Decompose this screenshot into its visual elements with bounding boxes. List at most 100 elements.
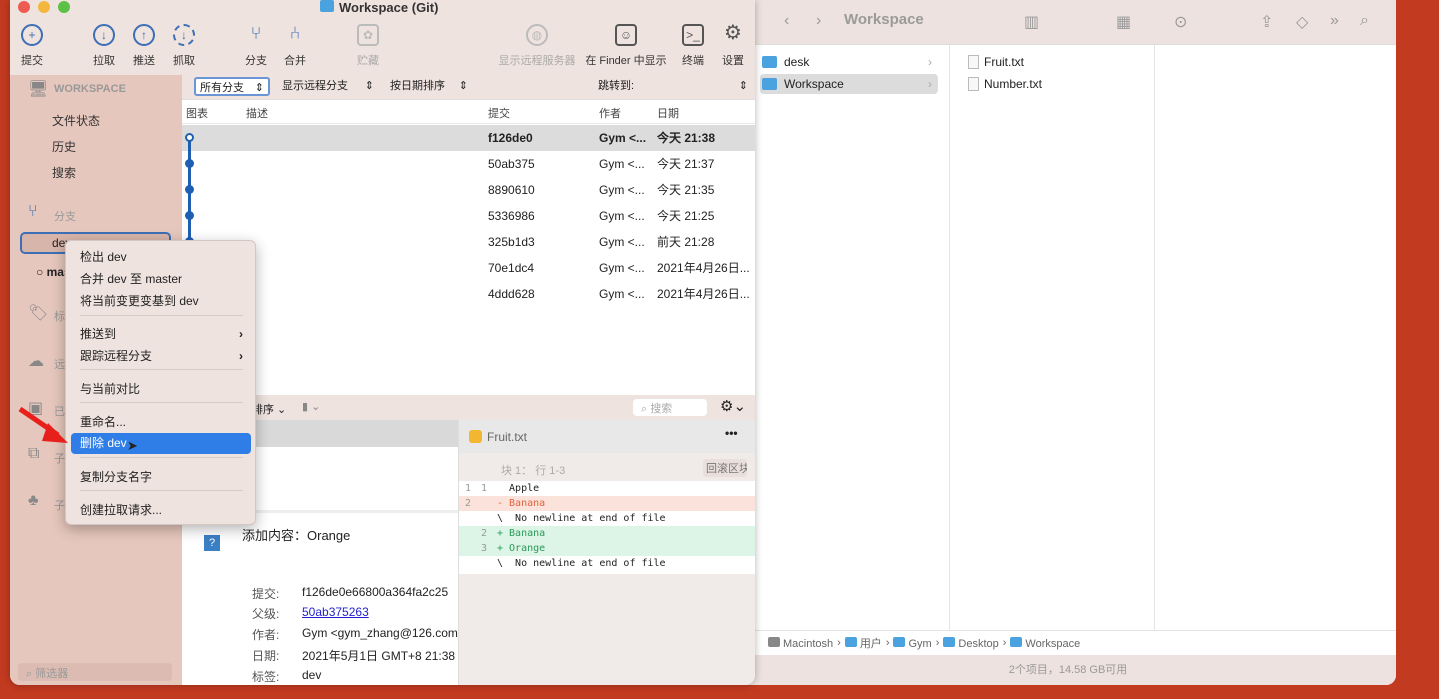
filter-bar: 所有分支 ⇕ 显示远程分支 ⇕ 按日期排序 ⇕ 跳转到: ⇕ [182, 75, 755, 100]
more-icon[interactable]: ⊙ [1174, 12, 1187, 32]
search-input[interactable]: ⌕ 搜索 [633, 399, 707, 416]
commit-row[interactable]: 添加文件：Fruit.txt 8890610 Gym <... 今天 21:35 [182, 177, 755, 203]
column-date[interactable]: 日期 [657, 105, 679, 121]
tags-value: dev [302, 668, 322, 682]
menu-item-copy-name[interactable]: 复制分支名字 [71, 467, 251, 488]
minimize-button[interactable] [38, 1, 50, 13]
tag-icon: 🏷 [28, 305, 49, 322]
commit-date: 2021年4月26日... [657, 261, 750, 275]
red-arrow-annotation [18, 406, 68, 443]
path-item[interactable]: Gym [893, 636, 932, 650]
zoom-button[interactable] [58, 1, 70, 13]
remote-filter-select[interactable]: 显示远程分支 ⇕ [278, 77, 378, 96]
sidebar-item-history[interactable]: 历史 [52, 138, 76, 155]
close-button[interactable] [18, 1, 30, 13]
stash-icon: ✿ [357, 24, 379, 46]
file-label: Fruit.txt [984, 55, 1025, 69]
commit-hash: 70e1dc4 [488, 261, 535, 275]
back-icon[interactable]: ‹ [784, 12, 789, 30]
show-in-finder-button[interactable]: ☺ 在 Finder 中显示 [581, 24, 671, 68]
chevron-more-icon[interactable]: » [1330, 12, 1339, 30]
merge-icon: ⑃ [289, 23, 301, 43]
menu-separator [80, 315, 243, 316]
commit-date: 今天 21:35 [657, 183, 715, 197]
menu-item-merge[interactable]: 合并 dev 至 master [71, 269, 251, 290]
branch-icon: ⑂ [28, 203, 38, 220]
commit-row[interactable]: 添加内容：Banana 50ab375 Gym <... 今天 21:37 [182, 151, 755, 177]
branches-heading[interactable]: 分支 [54, 208, 76, 224]
column-author[interactable]: 作者 [599, 105, 621, 121]
commit-row[interactable]: 添加文件：Number.txt 4ddd628 Gym <... 2021年4月… [182, 281, 755, 307]
settings-button[interactable]: ⚙ 设置 [703, 23, 755, 68]
modified-file-icon [469, 430, 482, 443]
file-fruit[interactable]: Fruit.txt [960, 52, 1138, 72]
tag-icon[interactable]: ◇ [1296, 12, 1308, 32]
commit-table-header: 图表 描述 提交 作者 日期 [182, 100, 755, 124]
commit-date: 今天 21:25 [657, 209, 715, 223]
filter-input[interactable]: ⌕ 筛选器 [18, 663, 172, 681]
diff-line-ctx: \ No newline at end of file [459, 556, 755, 571]
branch-filter-select[interactable]: 所有分支 ⇕ [194, 77, 270, 96]
forward-icon[interactable]: › [816, 12, 821, 30]
path-item[interactable]: 用户 [844, 635, 882, 651]
monitor-icon: 🖥 [28, 81, 49, 98]
remote-button[interactable]: ◍ 显示远程服务器 [492, 24, 582, 68]
commit-hash: 325b1d3 [488, 235, 535, 249]
avatar: ? [204, 535, 220, 551]
folder-workspace[interactable]: Workspace › [760, 74, 938, 94]
menu-item-create-pr[interactable]: 创建拉取请求... [71, 500, 251, 521]
file-number[interactable]: Number.txt [960, 74, 1138, 94]
menu-item-rebase[interactable]: 将当前变更变基到 dev [71, 291, 251, 312]
commit-node [185, 185, 194, 194]
commit-author: Gym <... [599, 157, 645, 171]
gear-icon[interactable]: ⚙⌄ [720, 397, 746, 415]
column-view-icon[interactable]: ▥ [1024, 12, 1039, 32]
toolbar: Workspace (Git) + 提交 ↓ 拉取 ↑ 推送 ↓ 抓取 ⑂ 分支 ⑃ 合并 … [10, 0, 755, 75]
folder-desk[interactable]: desk › [760, 52, 938, 72]
finder-icon: ☺ [615, 24, 637, 46]
menu-item-push-to[interactable]: 推送到 › [71, 324, 251, 345]
cursor-icon: ➤ [127, 438, 138, 453]
diff-file-header: Fruit.txt ••• [459, 420, 755, 453]
commit-node [185, 159, 194, 168]
commit-button[interactable]: + 提交 [10, 24, 62, 68]
commit-row[interactable]: 添加内容：7 8 9 10 11 325b1d3 Gym <... 前天 21:… [182, 229, 755, 255]
diff-line-del: 2- Banana [459, 496, 755, 511]
commit-row[interactable]: 添加内容：12 13 14 15 16 17 5336986 Gym <... … [182, 203, 755, 229]
commit-date: 前天 21:28 [657, 235, 715, 249]
path-item[interactable]: Workspace [1010, 636, 1080, 650]
sidebar-item-search[interactable]: 搜索 [52, 164, 76, 181]
column-description[interactable]: 描述 [246, 105, 268, 121]
menu-item-delete[interactable]: 删除 dev ➤ [71, 433, 251, 454]
sort-select[interactable]: 按日期排序 ⇕ [386, 77, 472, 96]
sort-button[interactable]: 排序 ⌄ [252, 401, 286, 417]
commit-hash: f126de0 [488, 131, 533, 145]
menu-item-rename[interactable]: 重命名... [71, 412, 251, 433]
author-value: Gym <gym_zhang@126.com> [302, 626, 462, 640]
stash-button[interactable]: ✿ 贮藏 [338, 24, 398, 68]
finder-title: Workspace [844, 11, 924, 28]
view-mode-button[interactable]: ▮ ⌄ [302, 400, 320, 413]
sidebar-item-file-status[interactable]: 文件状态 [52, 112, 100, 129]
commit-detail: ? 添加内容：Orange 提交: f126de0e66800a364fa2c25… [182, 510, 462, 685]
share-icon[interactable]: ⇪ [1260, 12, 1273, 32]
group-icon[interactable]: ▦ [1116, 12, 1131, 32]
menu-item-checkout[interactable]: 检出 dev [71, 247, 251, 268]
discard-hunk-button[interactable]: 回滚区块 [703, 459, 747, 477]
column-commit[interactable]: 提交 [488, 105, 510, 121]
merge-button[interactable]: ⑃ 合并 [265, 24, 325, 68]
parent-link[interactable]: 50ab375263 [302, 605, 369, 619]
menu-item-compare[interactable]: 与当前对比 [71, 379, 251, 400]
search-icon[interactable]: ⌕ [1360, 12, 1369, 30]
fetch-button[interactable]: ↓ 抓取 [154, 24, 214, 68]
more-options-icon[interactable]: ••• [725, 426, 738, 440]
folder-icon [762, 78, 777, 90]
path-item[interactable]: Macintosh [768, 636, 833, 650]
menu-item-track-remote[interactable]: 跟踪远程分支 › [71, 346, 251, 367]
commit-author: Gym <... [599, 261, 645, 275]
commit-row[interactable]: 添加内容：1 2 3 4 5 6 70e1dc4 Gym <... 2021年4… [182, 255, 755, 281]
jump-to-select[interactable]: 跳转到: ⇕ [594, 77, 752, 96]
column-graph[interactable]: 图表 [186, 105, 208, 121]
commit-row[interactable]: ⑂ master⑂ dev添加内容：Orange f126de0 Gym <..… [182, 125, 755, 151]
path-item[interactable]: Desktop [943, 636, 999, 650]
